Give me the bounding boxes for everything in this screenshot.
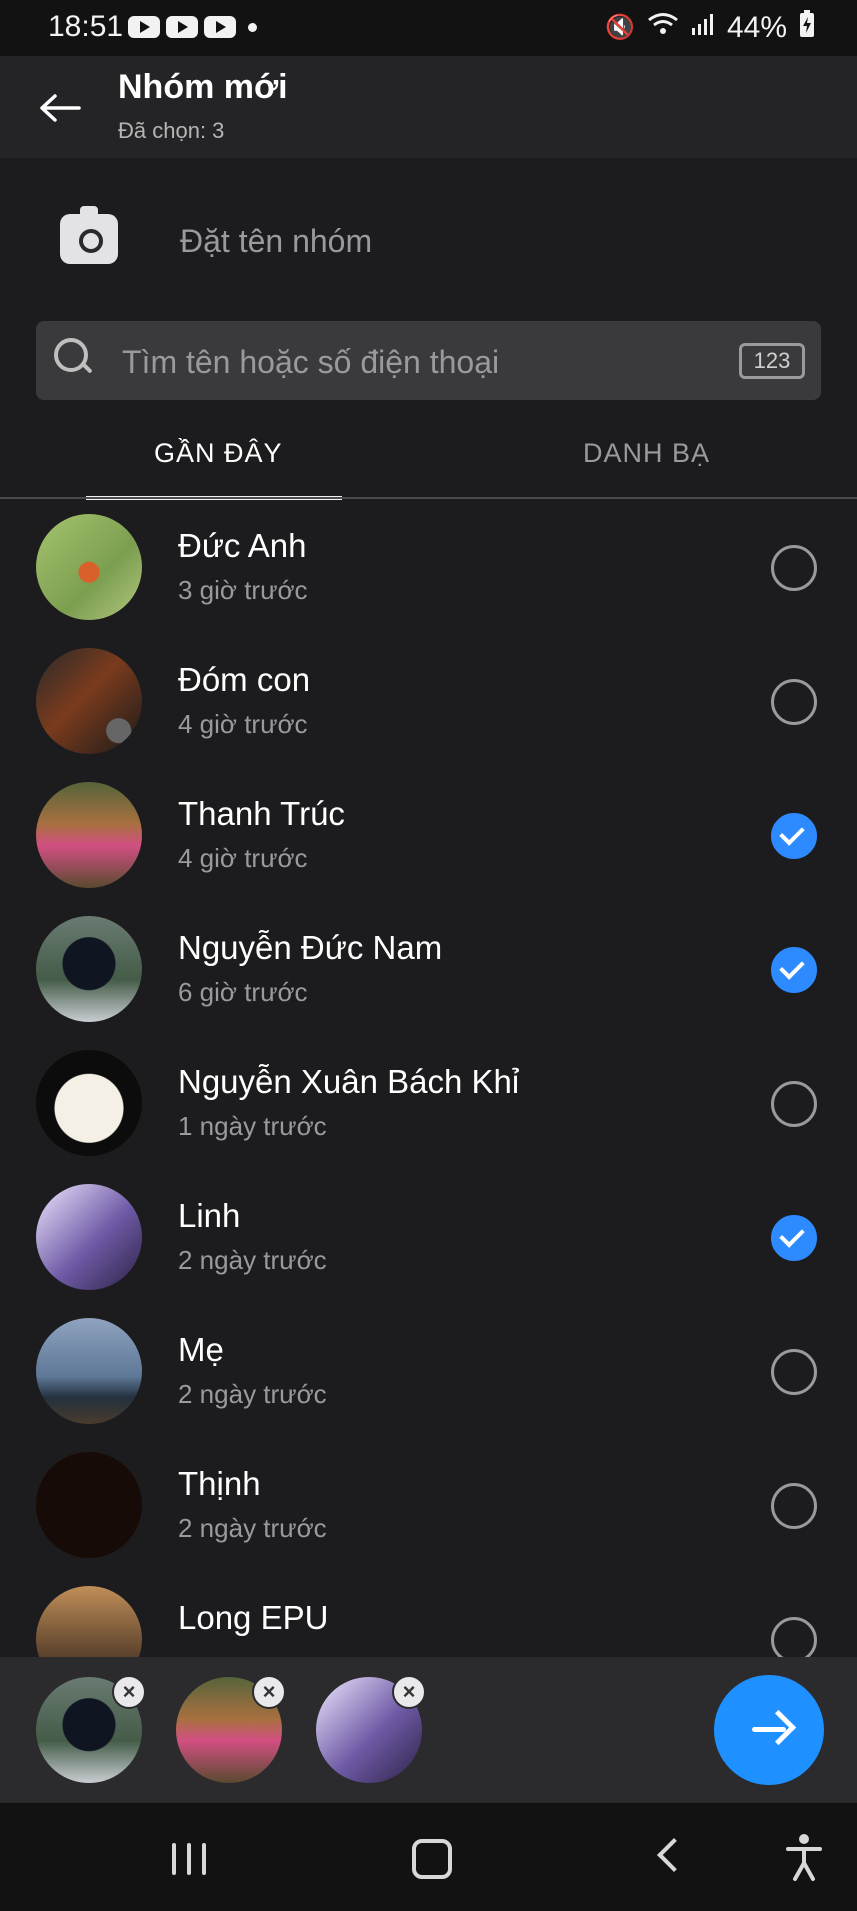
recents-button[interactable] [172,1843,208,1875]
status-bar: 18:51 🔇 44% [0,0,857,56]
contact-last-active: 2 ngày trước [178,1379,327,1409]
avatar [36,1586,142,1657]
contact-name: Mẹ [178,1331,224,1368]
search-box[interactable]: 123 [36,321,821,400]
contact-last-active: 2 ngày trước [178,1513,327,1543]
contact-name: Đức Anh [178,527,307,564]
group-name-row [0,158,857,318]
avatar [36,1184,142,1290]
youtube-notification-icon [128,16,160,38]
back-nav-button[interactable] [657,1838,691,1872]
contact-last-active: 4 giờ trước [178,709,308,739]
accessibility-icon[interactable] [784,1833,824,1881]
list-item[interactable]: Đóm con 4 giờ trước [0,633,857,767]
contact-last-active: 4 giờ trước [178,843,308,873]
list-item[interactable]: Long EPU [0,1571,857,1657]
mute-icon: 🔇 [605,14,635,41]
select-checkbox[interactable] [771,1349,817,1395]
close-icon[interactable]: × [112,1675,146,1709]
search-input[interactable] [120,339,724,385]
group-name-input[interactable] [178,218,802,264]
avatar [36,916,142,1022]
selected-count: Đã chọn: 3 [118,118,225,143]
signal-icon [691,12,715,43]
select-checkbox[interactable] [771,1081,817,1127]
wifi-icon [647,11,679,44]
select-checkbox-checked[interactable] [771,947,817,993]
contact-list: Đức Anh 3 giờ trước Đóm con 4 giờ trước … [0,499,857,1657]
arrow-right-icon-head [760,1709,797,1746]
select-checkbox-checked[interactable] [771,813,817,859]
numeric-keypad-toggle[interactable]: 123 [739,343,805,379]
avatar [36,1050,142,1156]
select-checkbox[interactable] [771,1617,817,1657]
avatar [36,648,142,754]
next-button[interactable] [714,1675,824,1785]
arrow-left-icon [40,94,81,122]
list-item[interactable]: Thanh Trúc 4 giờ trước [0,767,857,901]
close-icon[interactable]: × [392,1675,426,1709]
home-button[interactable] [412,1839,452,1879]
contact-last-active: 1 ngày trước [178,1111,327,1141]
more-notifications-dot-icon [248,23,257,32]
contact-name: Linh [178,1197,241,1234]
list-item[interactable]: Đức Anh 3 giờ trước [0,499,857,633]
list-item[interactable]: Nguyễn Đức Nam 6 giờ trước [0,901,857,1035]
tab-contacts[interactable]: DANH BẠ [583,438,710,469]
search-icon [54,338,88,372]
list-item[interactable]: Thịnh 2 ngày trước [0,1437,857,1571]
system-navigation-bar [0,1803,857,1911]
select-checkbox-checked[interactable] [771,1215,817,1261]
avatar [36,514,142,620]
contact-last-active: 6 giờ trước [178,977,308,1007]
camera-lens [79,229,103,253]
select-checkbox[interactable] [771,679,817,725]
contact-last-active: 2 ngày trước [178,1245,327,1275]
contact-name: Long EPU [178,1599,329,1636]
select-checkbox[interactable] [771,1483,817,1529]
camera-icon[interactable] [60,206,118,264]
status-time: 18:51 [48,10,124,43]
battery-charging-icon [799,10,815,45]
selected-member-chip[interactable]: × [176,1675,286,1783]
tab-bar: GẦN ĐÂY DANH BẠ [0,400,857,500]
avatar [36,782,142,888]
page-title: Nhóm mới [118,68,288,106]
back-button[interactable] [38,86,82,130]
list-item[interactable]: Mẹ 2 ngày trước [0,1303,857,1437]
contact-last-active: 3 giờ trước [178,575,308,605]
list-item[interactable]: Nguyễn Xuân Bách Khỉ 1 ngày trước [0,1035,857,1169]
close-icon[interactable]: × [252,1675,286,1709]
tab-recent[interactable]: GẦN ĐÂY [154,438,283,469]
app-header: Nhóm mới Đã chọn: 3 [0,56,857,159]
selected-member-chip[interactable]: × [316,1675,426,1783]
contact-name: Nguyễn Đức Nam [178,929,443,966]
list-item[interactable]: Linh 2 ngày trước [0,1169,857,1303]
avatar [36,1452,142,1558]
contact-name: Nguyễn Xuân Bách Khỉ [178,1063,520,1100]
avatar [36,1318,142,1424]
youtube-notification-icon [204,16,236,38]
contact-name: Đóm con [178,661,311,698]
contact-name: Thanh Trúc [178,795,345,832]
youtube-notification-icon [166,16,198,38]
selected-member-chip[interactable]: × [36,1675,146,1783]
select-checkbox[interactable] [771,545,817,591]
battery-percent: 44% [726,10,787,44]
contact-name: Thịnh [178,1465,261,1502]
